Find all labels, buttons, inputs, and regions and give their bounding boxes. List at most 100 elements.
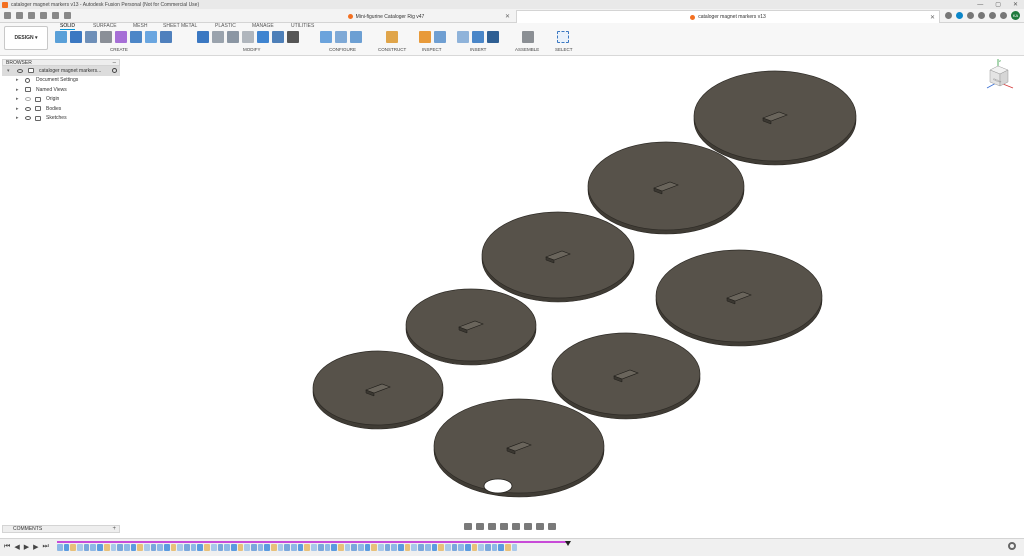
- pattern-icon[interactable]: [145, 31, 157, 43]
- magnet-marker-disc[interactable]: [693, 70, 857, 166]
- home-icon[interactable]: [4, 12, 11, 19]
- interference-icon[interactable]: [434, 31, 446, 43]
- configure-menu[interactable]: CONFIGURE: [329, 47, 356, 52]
- viewcube[interactable]: Z FRONT: [984, 58, 1016, 94]
- timeline-feature[interactable]: [311, 544, 317, 551]
- maximize-icon[interactable]: ▢: [995, 1, 1001, 8]
- new-component-icon[interactable]: [522, 31, 534, 43]
- timeline-feature[interactable]: [63, 544, 70, 551]
- timeline-feature[interactable]: [70, 544, 77, 551]
- timeline-feature[interactable]: [438, 544, 444, 551]
- tab-mesh[interactable]: MESH: [133, 23, 147, 29]
- assemble-menu[interactable]: ASSEMBLE: [515, 47, 539, 52]
- tab-magnet-markers[interactable]: cataloger magnet markers v13 ✕: [516, 10, 940, 23]
- timeline-feature[interactable]: [284, 544, 291, 551]
- extrude-icon[interactable]: [70, 31, 82, 43]
- timeline-feature[interactable]: [230, 544, 237, 551]
- fillet-icon[interactable]: [212, 31, 224, 43]
- timeline-feature[interactable]: [217, 544, 224, 551]
- step-back-icon[interactable]: ◀: [14, 543, 19, 551]
- canvas-viewport[interactable]: [0, 56, 1024, 536]
- timeline-feature[interactable]: [324, 544, 331, 551]
- press-pull-icon[interactable]: [197, 31, 209, 43]
- measure-icon[interactable]: [419, 31, 431, 43]
- timeline-feature[interactable]: [464, 544, 471, 551]
- hole-icon[interactable]: [100, 31, 112, 43]
- timeline-feature[interactable]: [237, 544, 244, 551]
- offset-face-icon[interactable]: [272, 31, 284, 43]
- timeline-feature[interactable]: [451, 544, 458, 551]
- timeline-feature[interactable]: [364, 544, 371, 551]
- viewports-icon[interactable]: [548, 523, 556, 530]
- chevron-right-icon[interactable]: ▸: [16, 115, 19, 121]
- insert-derive-icon[interactable]: [457, 31, 469, 43]
- timeline-marker-handle[interactable]: [565, 541, 571, 546]
- timeline-feature[interactable]: [351, 544, 357, 551]
- chevron-down-icon[interactable]: ▾: [7, 68, 10, 74]
- magnet-marker-disc[interactable]: [312, 350, 444, 430]
- eye-icon[interactable]: [25, 106, 31, 111]
- comments-panel[interactable]: COMMENTS +: [2, 525, 120, 533]
- browser-header[interactable]: BROWSER –: [2, 59, 120, 66]
- display-settings-icon[interactable]: [524, 523, 532, 530]
- save-icon[interactable]: [40, 12, 47, 19]
- eye-icon[interactable]: [25, 116, 31, 121]
- activate-icon[interactable]: [112, 68, 117, 74]
- tab-solid[interactable]: SOLID: [60, 23, 76, 30]
- timeline-feature[interactable]: [184, 544, 190, 551]
- combine-icon[interactable]: [257, 31, 269, 43]
- zoom-window-icon[interactable]: [512, 523, 520, 530]
- timeline-feature[interactable]: [177, 544, 184, 551]
- magnet-marker-disc[interactable]: [587, 141, 745, 235]
- timeline-feature[interactable]: [197, 544, 204, 551]
- insert-mesh-icon[interactable]: [487, 31, 499, 43]
- new-tab-icon[interactable]: [945, 12, 952, 19]
- file-menu-icon[interactable]: [28, 12, 35, 19]
- browser-item-bodies[interactable]: ▸ Bodies: [2, 104, 120, 114]
- revolve-icon[interactable]: [85, 31, 97, 43]
- timeline-feature[interactable]: [418, 544, 424, 551]
- timeline-feature[interactable]: [304, 544, 311, 551]
- timeline-feature[interactable]: [505, 544, 511, 551]
- through-hole[interactable]: [483, 478, 513, 494]
- browser-item-origin[interactable]: ▸ Origin: [2, 95, 120, 105]
- timeline-feature[interactable]: [384, 544, 391, 551]
- data-panel-icon[interactable]: [16, 12, 23, 19]
- magnet-marker-disc[interactable]: [405, 288, 537, 366]
- browser-root-node[interactable]: ▾ cataloger magnet markers...: [2, 66, 120, 76]
- modify-menu[interactable]: MODIFY: [243, 47, 261, 52]
- timeline-feature[interactable]: [371, 544, 377, 551]
- design-canvas[interactable]: [0, 56, 1024, 536]
- collapse-panel-icon[interactable]: –: [113, 60, 116, 66]
- timeline-feature[interactable]: [331, 544, 337, 551]
- timeline-feature[interactable]: [224, 544, 230, 551]
- move-icon[interactable]: [287, 31, 299, 43]
- close-icon[interactable]: ✕: [1013, 1, 1018, 8]
- timeline-feature[interactable]: [130, 544, 137, 551]
- configure-theme-icon[interactable]: [350, 31, 362, 43]
- timeline-feature[interactable]: [210, 544, 217, 551]
- timeline-feature[interactable]: [458, 544, 464, 551]
- box-icon[interactable]: [130, 31, 142, 43]
- minimize-icon[interactable]: —: [977, 2, 983, 8]
- timeline-feature[interactable]: [511, 544, 518, 551]
- chevron-right-icon[interactable]: ▸: [16, 77, 19, 83]
- close-tab-icon[interactable]: ✕: [930, 14, 935, 21]
- chamfer-icon[interactable]: [227, 31, 239, 43]
- construct-menu[interactable]: CONSTRUCT: [378, 47, 406, 52]
- timeline-feature[interactable]: [424, 544, 431, 551]
- select-icon[interactable]: [557, 31, 569, 43]
- go-to-start-icon[interactable]: ⏮: [4, 543, 10, 551]
- timeline-feature[interactable]: [244, 544, 250, 551]
- timeline-feature[interactable]: [123, 544, 130, 551]
- timeline-feature[interactable]: [90, 544, 97, 551]
- timeline-feature[interactable]: [250, 544, 257, 551]
- look-at-icon[interactable]: [476, 523, 484, 530]
- eye-icon[interactable]: [17, 68, 23, 73]
- browser-item-named-views[interactable]: ▸ Named Views: [2, 85, 120, 95]
- timeline-feature[interactable]: [491, 544, 498, 551]
- tab-surface[interactable]: SURFACE: [93, 23, 117, 29]
- eye-hidden-icon[interactable]: [25, 97, 31, 102]
- timeline-feature[interactable]: [344, 544, 351, 551]
- timeline-feature[interactable]: [398, 544, 404, 551]
